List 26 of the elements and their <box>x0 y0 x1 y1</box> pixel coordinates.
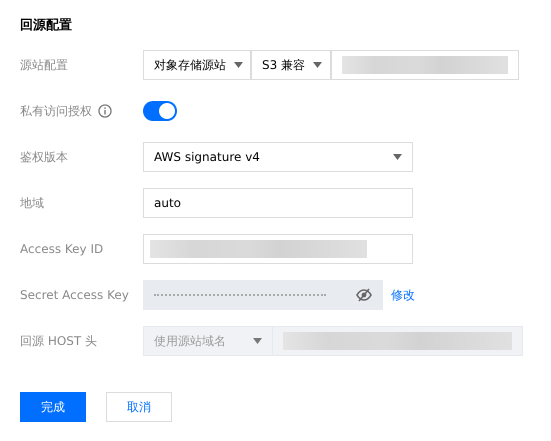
caret-icon <box>253 338 262 344</box>
info-icon[interactable] <box>98 104 112 118</box>
cancel-button[interactable]: 取消 <box>106 392 172 422</box>
field-label: Access Key ID <box>20 242 104 256</box>
field-label: Secret Access Key <box>20 288 129 302</box>
toggle-switch[interactable] <box>143 101 177 121</box>
confirm-button[interactable]: 完成 <box>20 392 86 422</box>
host-field[interactable] <box>273 326 523 356</box>
modify-link[interactable]: 修改 <box>391 286 415 304</box>
select-field[interactable]: 对象存储源站 <box>143 50 251 80</box>
input-field[interactable]: auto <box>143 188 413 218</box>
field-label: 鉴权版本 <box>20 148 68 166</box>
section-title: 回源配置 <box>20 17 73 34</box>
password-field[interactable] <box>143 280 383 310</box>
caret-icon <box>393 154 402 160</box>
field-label: 地域 <box>20 194 44 212</box>
address-field[interactable] <box>331 50 519 80</box>
caret-icon <box>234 62 243 68</box>
field-label: 源站配置 <box>20 56 68 74</box>
eye-hidden-icon[interactable] <box>356 288 372 302</box>
select-field[interactable]: AWS signature v4 <box>143 142 413 172</box>
input-field[interactable] <box>143 234 413 264</box>
caret-icon <box>313 62 322 68</box>
field-label: 回源 HOST 头 <box>20 332 98 350</box>
select-field[interactable]: S3 兼容 <box>251 50 331 80</box>
field-label: 私有访问授权 <box>20 102 92 120</box>
